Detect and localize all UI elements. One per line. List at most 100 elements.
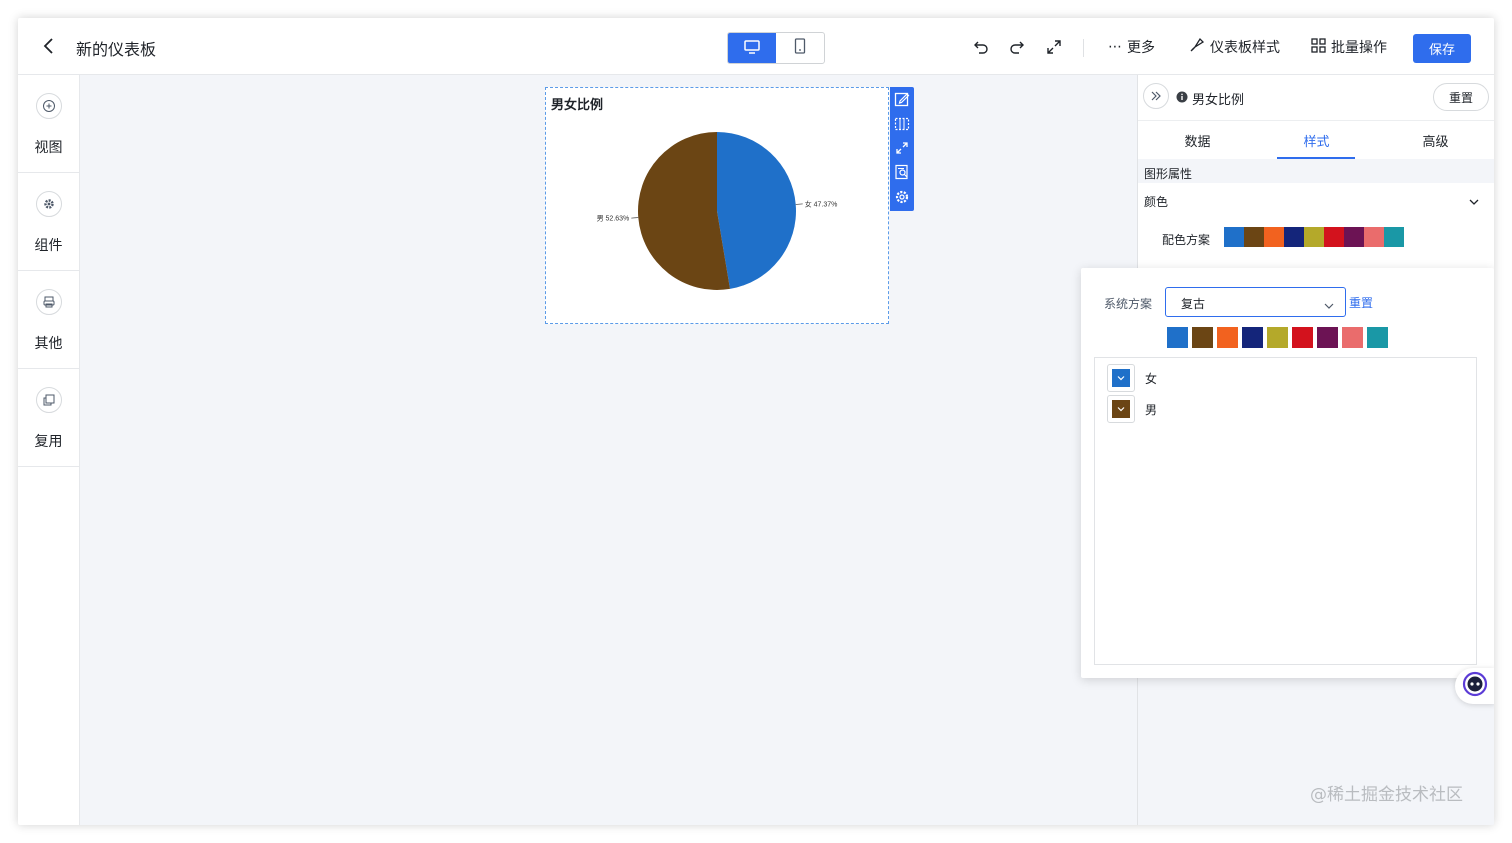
palette-swatches xyxy=(1167,327,1388,348)
sidebar-item-reuse[interactable]: 复用 xyxy=(18,369,79,467)
series-color-swatch[interactable] xyxy=(1107,364,1135,392)
popover-reset-link[interactable]: 重置 xyxy=(1349,294,1373,311)
expand-icon[interactable] xyxy=(893,139,911,157)
series-color-list: 女 男 xyxy=(1094,357,1477,665)
save-button[interactable]: 保存 xyxy=(1413,34,1471,63)
section-title: 图形属性 xyxy=(1144,167,1193,181)
ellipsis-icon: ⋯ xyxy=(1108,39,1122,55)
redo-icon[interactable] xyxy=(1007,37,1027,57)
scheme-color-8 xyxy=(1364,227,1384,247)
leader-line-1 xyxy=(795,203,803,205)
collapse-panel-button[interactable] xyxy=(1143,83,1169,109)
series-item-male: 男 xyxy=(1107,395,1157,423)
dashboard-title: 新的仪表板 xyxy=(76,40,157,59)
color-scheme-picker[interactable] xyxy=(1224,227,1404,247)
sidebar-item-label: 视图 xyxy=(34,140,63,156)
slice-label-2: 男 52.63% xyxy=(597,215,630,223)
color-scheme-popover: 系统方案 复古 重置 女 男 xyxy=(1081,268,1494,678)
palette-swatch-2[interactable] xyxy=(1192,327,1213,348)
series-color-swatch[interactable] xyxy=(1107,395,1135,423)
phone-icon xyxy=(794,38,806,58)
palette-swatch-3[interactable] xyxy=(1217,327,1238,348)
sidebar-item-component[interactable]: 组件 xyxy=(18,173,79,271)
palette-swatch-7[interactable] xyxy=(1317,327,1338,348)
slice-label-1: 女 47.37% xyxy=(805,199,838,208)
scheme-color-9 xyxy=(1384,227,1404,247)
scheme-color-5 xyxy=(1304,227,1324,247)
desktop-view-button[interactable] xyxy=(728,33,776,63)
scheme-color-4 xyxy=(1284,227,1304,247)
system-scheme-label: 系统方案 xyxy=(1104,297,1153,311)
sidebar-item-view[interactable]: 视图 xyxy=(18,75,79,173)
palette-swatch-6[interactable] xyxy=(1292,327,1313,348)
color-scheme-label: 配色方案 xyxy=(1162,233,1211,247)
color-label: 颜色 xyxy=(1144,195,1169,209)
more-label: 更多 xyxy=(1127,40,1155,56)
panel-header: 男女比例 重置 xyxy=(1138,75,1494,121)
leader-line-2 xyxy=(631,217,639,219)
scheme-color-6 xyxy=(1324,227,1344,247)
inspect-icon[interactable] xyxy=(893,163,911,181)
mobile-view-button[interactable] xyxy=(776,33,824,63)
monitor-icon xyxy=(744,39,760,58)
scheme-color-3 xyxy=(1264,227,1284,247)
panel-tabs: 数据 样式 高级 xyxy=(1138,121,1494,159)
card-toolbar xyxy=(890,87,914,211)
app-window: 新的仪表板 ⋯ 更多 仪表板样式 批量操作 保存 视图 组件 其他 复用 男女比… xyxy=(18,18,1494,825)
plus-circle-icon xyxy=(36,93,62,119)
brush-icon xyxy=(1189,37,1205,57)
chevron-down-icon[interactable] xyxy=(1468,193,1480,205)
palette-swatch-9[interactable] xyxy=(1367,327,1388,348)
color-section: 颜色 配色方案 xyxy=(1138,183,1494,271)
left-sidebar: 视图 组件 其他 复用 xyxy=(18,75,80,825)
device-switch xyxy=(727,32,825,64)
copy-icon xyxy=(36,387,62,413)
system-scheme-select[interactable]: 复古 xyxy=(1165,287,1346,317)
tab-advanced[interactable]: 高级 xyxy=(1376,121,1494,159)
gear-icon xyxy=(36,191,62,217)
pie-slice-1[interactable] xyxy=(717,132,796,289)
panel-title: 男女比例 xyxy=(1176,89,1244,108)
chart-card[interactable]: 男女比例 女 47.37% 男 52.63% xyxy=(545,87,889,324)
toolbar-divider xyxy=(1083,39,1084,57)
edit-icon[interactable] xyxy=(893,90,911,108)
series-name: 女 xyxy=(1145,371,1158,386)
chevron-down-icon xyxy=(1112,369,1130,387)
panel-reset-button[interactable]: 重置 xyxy=(1433,83,1489,111)
settings-icon[interactable] xyxy=(893,188,911,206)
top-bar: 新的仪表板 ⋯ 更多 仪表板样式 批量操作 保存 xyxy=(18,18,1494,75)
panel-title-text: 男女比例 xyxy=(1192,93,1245,108)
chevron-down-icon xyxy=(1112,400,1130,418)
palette-swatch-8[interactable] xyxy=(1342,327,1363,348)
series-item-female: 女 xyxy=(1107,364,1157,392)
layout-grid-icon[interactable] xyxy=(893,115,911,133)
dashboard-style-button[interactable]: 仪表板样式 xyxy=(1189,37,1280,57)
system-scheme-value: 复古 xyxy=(1181,297,1206,311)
tab-style[interactable]: 样式 xyxy=(1257,121,1376,159)
grid-icon xyxy=(1311,37,1326,57)
palette-swatch-4[interactable] xyxy=(1242,327,1263,348)
more-button[interactable]: ⋯ 更多 xyxy=(1108,37,1155,57)
pie-slice-2[interactable] xyxy=(638,132,730,290)
series-name: 男 xyxy=(1145,402,1158,417)
palette-swatch-1[interactable] xyxy=(1167,327,1188,348)
chevron-down-icon xyxy=(1323,297,1335,309)
assistant-bot-button[interactable] xyxy=(1455,668,1494,704)
scheme-color-7 xyxy=(1344,227,1364,247)
undo-icon[interactable] xyxy=(971,37,991,57)
scheme-color-1 xyxy=(1224,227,1244,247)
sidebar-item-other[interactable]: 其他 xyxy=(18,271,79,369)
palette-swatch-5[interactable] xyxy=(1267,327,1288,348)
pie-chart: 女 47.37% 男 52.63% xyxy=(597,132,838,290)
sidebar-item-label: 组件 xyxy=(34,238,63,254)
active-tab-indicator xyxy=(1277,157,1355,159)
bot-face-icon xyxy=(1462,671,1488,701)
dashboard-style-label: 仪表板样式 xyxy=(1210,40,1280,56)
sidebar-item-label: 复用 xyxy=(34,434,63,450)
tab-data[interactable]: 数据 xyxy=(1138,121,1257,159)
batch-operation-button[interactable]: 批量操作 xyxy=(1311,37,1387,57)
sidebar-item-label: 其他 xyxy=(34,336,63,352)
double-chevron-right-icon xyxy=(1150,87,1162,106)
fullscreen-icon[interactable] xyxy=(1044,37,1064,57)
back-icon[interactable] xyxy=(38,35,60,57)
